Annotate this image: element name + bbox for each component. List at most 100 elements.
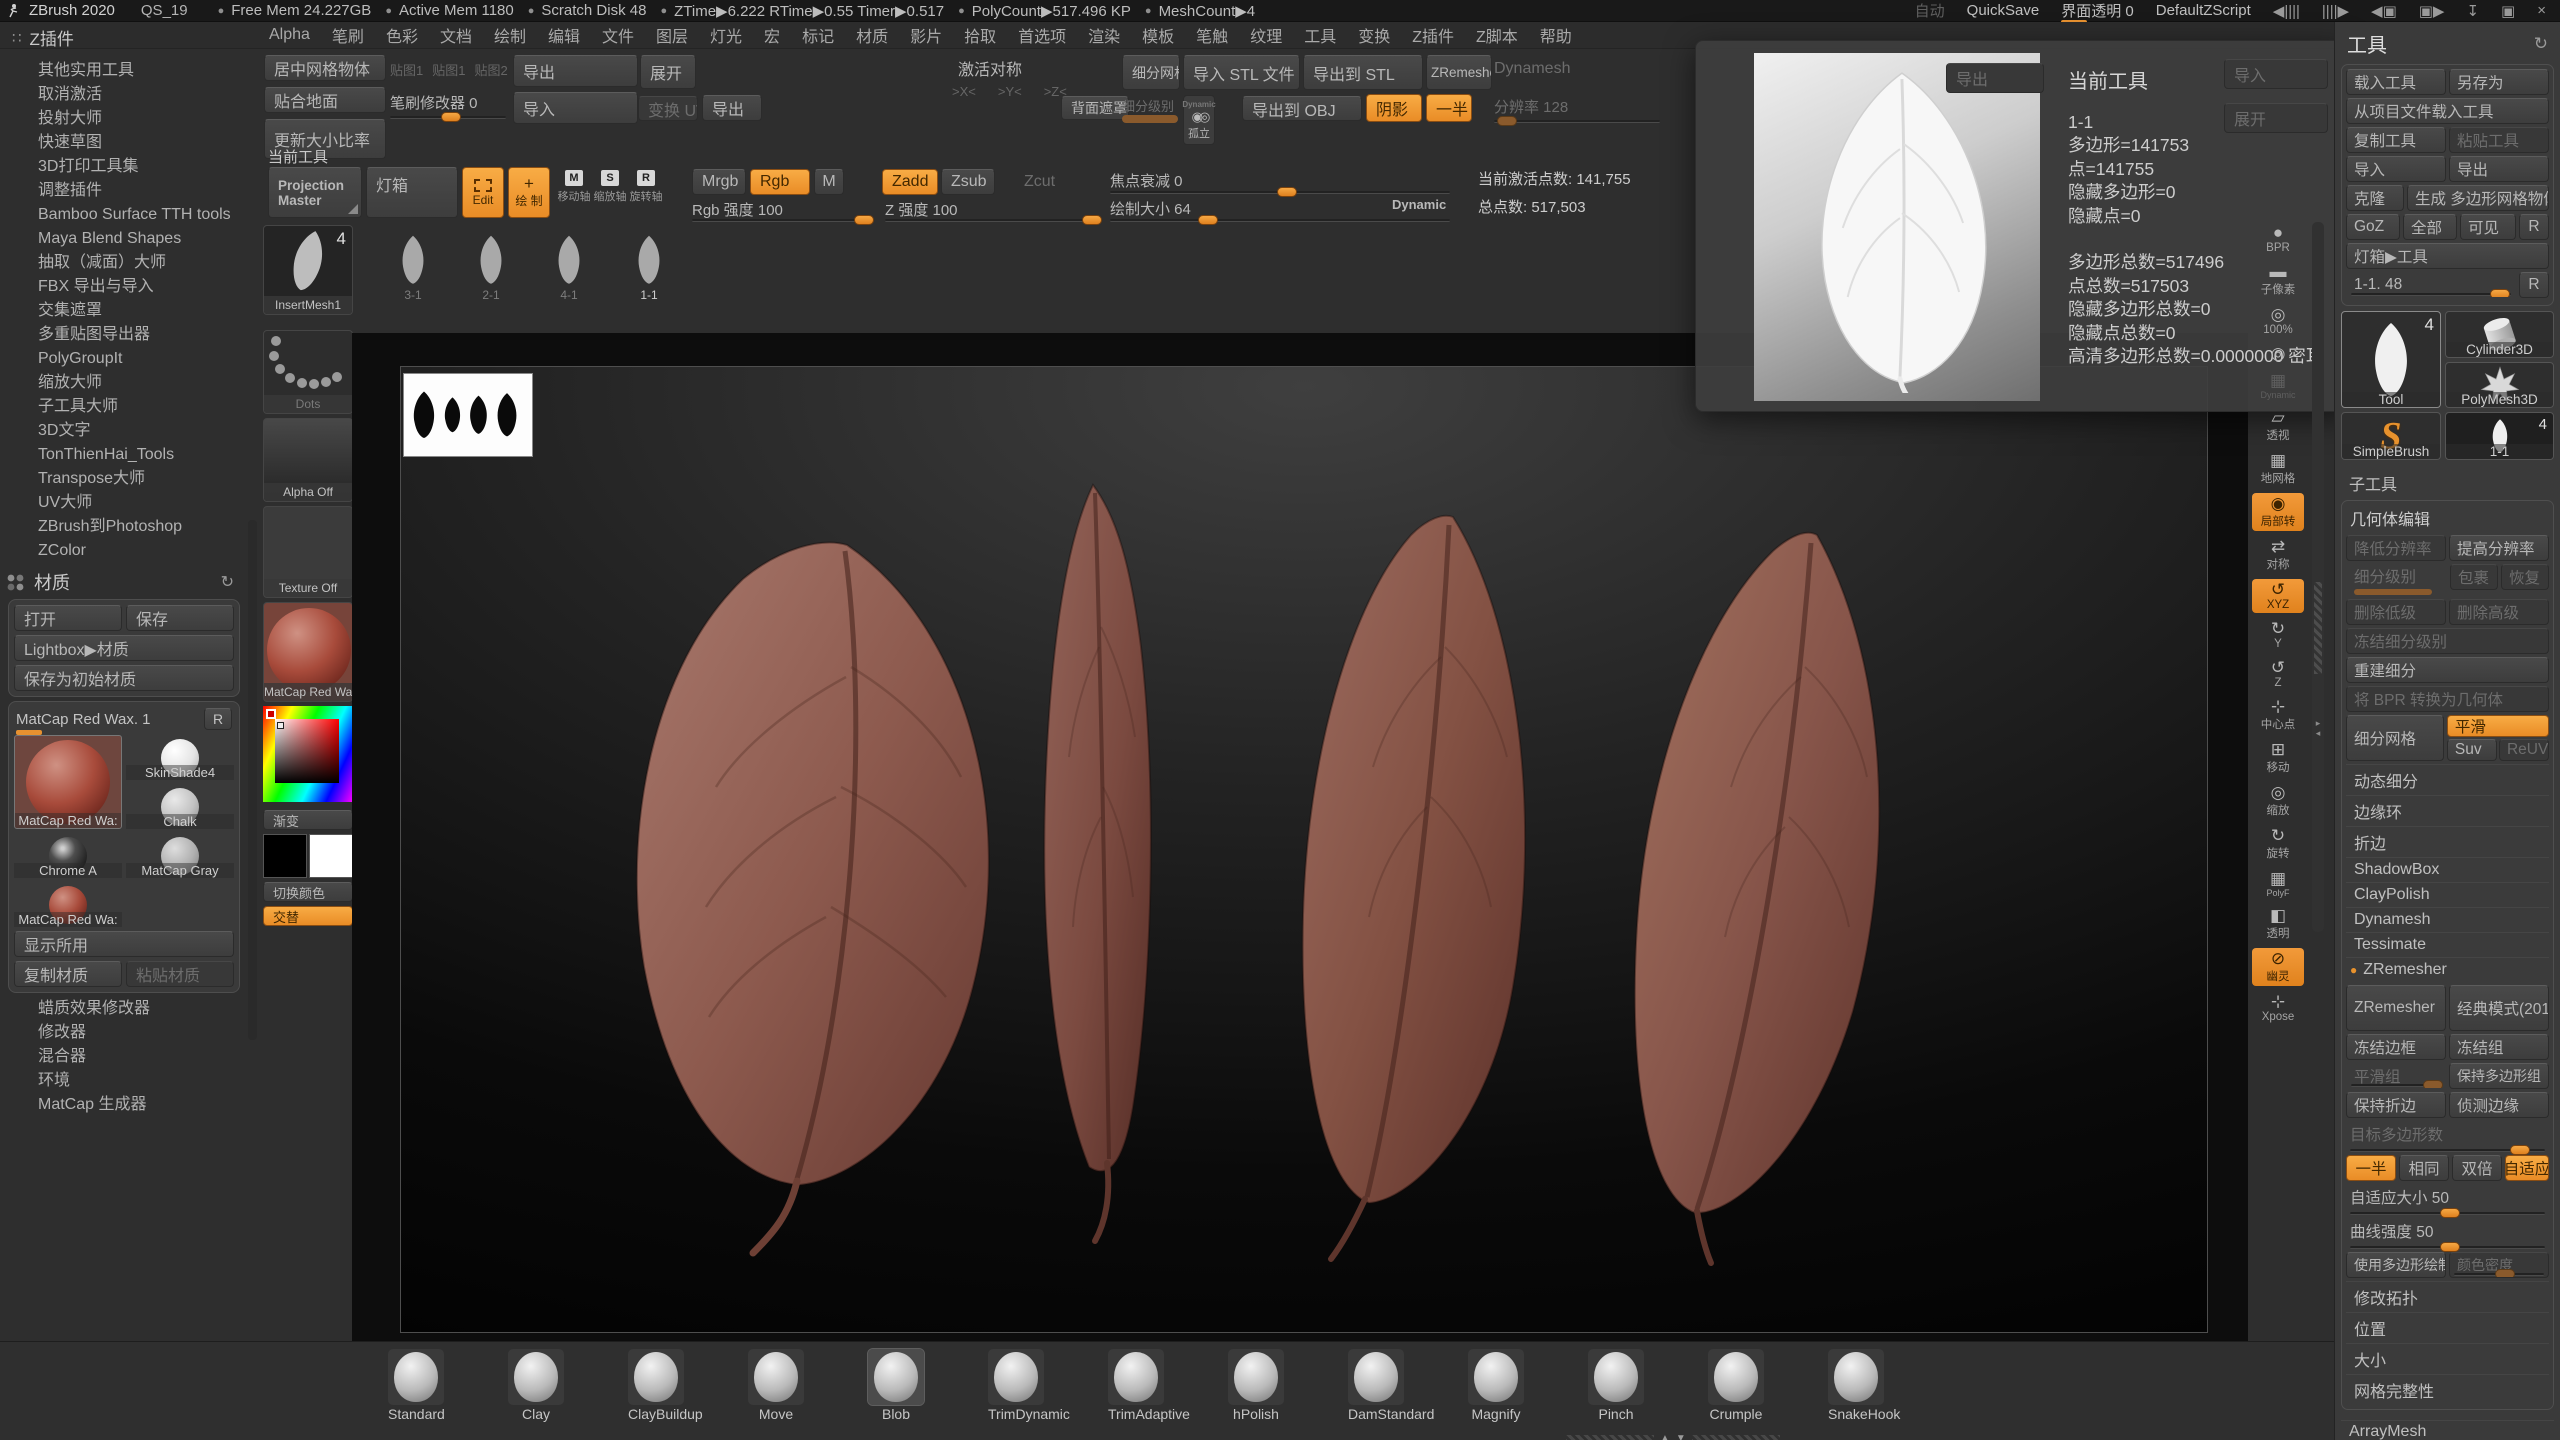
legacy-mode-button[interactable]: 经典模式(2018) — [2449, 985, 2549, 1031]
zplugin-section[interactable]: 快速草图 — [0, 131, 248, 155]
canvas-control-button[interactable]: ⊘ 幽灵 — [2252, 948, 2304, 986]
geometry-subsection[interactable]: ShadowBox — [2346, 857, 2549, 882]
suv-toggle[interactable]: Suv — [2446, 739, 2497, 761]
resolution-slider[interactable] — [1494, 116, 1660, 126]
menu-item[interactable]: 材质 — [845, 21, 899, 49]
zcut-button[interactable]: Zcut — [1014, 169, 1058, 195]
zscript-button[interactable]: DefaultZScript — [2156, 2, 2251, 19]
restore-button[interactable]: 恢复 — [2501, 564, 2549, 590]
m-button[interactable]: M — [814, 169, 844, 195]
canvas-control-button[interactable]: ◎ 100% — [2252, 304, 2304, 338]
brush-thumb[interactable]: Move — [748, 1349, 804, 1422]
menu-item[interactable]: 色彩 — [375, 21, 429, 49]
zadd-button[interactable]: Zadd — [882, 169, 938, 195]
brush-modifier-slider[interactable] — [390, 112, 506, 122]
brush-thumb[interactable]: SnakeHook — [1828, 1349, 1900, 1422]
alpha-tile[interactable]: Alpha Off — [263, 418, 353, 502]
active-tool-thumb[interactable]: 4 Tool — [2341, 311, 2441, 408]
load-from-project-button[interactable]: 从项目文件载入工具 — [2346, 98, 2549, 124]
snap-floor-button[interactable]: 贴合地面 — [264, 87, 386, 113]
menu-item[interactable]: 模板 — [1131, 21, 1185, 49]
color-density-slider[interactable]: 颜色密度 — [2449, 1252, 2549, 1278]
geometry-subsection[interactable]: 折边 — [2346, 826, 2549, 857]
cylinder3d-thumb[interactable]: Cylinder3D — [2445, 311, 2554, 358]
canvas-control-button[interactable]: ↺ XYZ — [2252, 579, 2304, 613]
dock-left-icon[interactable]: ◀|||| — [2273, 2, 2300, 20]
map-slot[interactable]: 贴图1 — [432, 60, 465, 79]
menu-item[interactable]: 编辑 — [537, 21, 591, 49]
canvas-control-button[interactable]: ▦ 地网格 — [2252, 450, 2304, 488]
geometry-subsection[interactable]: 修改拓扑 — [2346, 1281, 2549, 1312]
texture-tile[interactable]: Texture Off — [263, 506, 353, 598]
axis-toggle[interactable]: >X< — [952, 84, 976, 99]
adaptive-button[interactable]: 自适应 — [2505, 1155, 2549, 1181]
sidebar-scrollbar[interactable] — [248, 520, 257, 1040]
close-icon[interactable]: × — [2537, 2, 2546, 19]
dynamic-draw-size-toggle[interactable]: Dynamic — [1392, 197, 1446, 212]
tool-variant-thumb[interactable]: 3-1 — [387, 228, 439, 302]
map-slot[interactable]: 贴图1 — [390, 60, 423, 79]
canvas-control-button[interactable]: ⊞ 移动 — [2252, 739, 2304, 777]
zplugin-section[interactable]: FBX 导出与导入 — [0, 275, 248, 299]
zplugin-section[interactable]: 抽取（减面）大师 — [0, 251, 248, 275]
save-startup-material-button[interactable]: 保存为初始材质 — [14, 665, 234, 691]
menu-item[interactable]: Z脚本 — [1465, 21, 1529, 49]
zplugin-section[interactable]: ZColor — [0, 539, 248, 563]
menu-item[interactable]: 标记 — [791, 21, 845, 49]
rgb-button[interactable]: Rgb — [750, 169, 810, 195]
paste-tool-button[interactable]: 粘贴工具 — [2449, 127, 2549, 153]
zplugin-section[interactable]: 投射大师 — [0, 107, 248, 131]
material-r-button[interactable]: R — [204, 708, 232, 730]
brush-thumb[interactable]: Clay — [508, 1349, 564, 1422]
keep-groups-button[interactable]: 保持多边形组 — [2449, 1063, 2549, 1089]
canvas-control-button[interactable]: ▦ PolyF — [2252, 868, 2304, 900]
export-stl-button[interactable]: 导出到 STL — [1303, 55, 1423, 90]
menu-item[interactable]: 文件 — [591, 21, 645, 49]
zplugin-section[interactable]: 交集遮罩 — [0, 299, 248, 323]
zplugin-section[interactable]: UV大师 — [0, 491, 248, 515]
zplugin-section[interactable]: 多重贴图导出器 — [0, 323, 248, 347]
canvas-control-button[interactable]: ● BPR — [2252, 222, 2304, 256]
zplugin-section[interactable]: 3D文字 — [0, 419, 248, 443]
zsub-button[interactable]: Zsub — [941, 169, 995, 195]
smt-toggle[interactable]: 平滑 — [2446, 715, 2549, 737]
brush-thumb[interactable]: Magnify — [1468, 1349, 1524, 1422]
tool-variant-thumb[interactable]: 4-1 — [543, 228, 595, 302]
interface-transparency-slider[interactable]: 界面透明 0 — [2061, 0, 2134, 25]
goz-all-button[interactable]: 全部 — [2403, 214, 2457, 240]
goz-visible-button[interactable]: 可见 — [2460, 214, 2516, 240]
zplugin-section[interactable]: 缩放大师 — [0, 371, 248, 395]
material-section[interactable]: 修改器 — [0, 1021, 248, 1045]
insert-mesh-tile[interactable]: 4 InsertMesh1 — [263, 225, 353, 315]
material-section[interactable]: 蜡质效果修改器 — [0, 997, 248, 1021]
freeze-border-button[interactable]: 冻结边框 — [2346, 1034, 2446, 1060]
scale-axis-button[interactable]: S 缩放轴 — [594, 170, 627, 218]
color-picker[interactable] — [263, 706, 353, 802]
material-section[interactable]: MatCap 生成器 — [0, 1093, 248, 1117]
refresh-icon[interactable]: ↻ — [221, 572, 234, 592]
zplugin-section[interactable]: 子工具大师 — [0, 395, 248, 419]
selected-material-thumb[interactable]: MatCap Red Wa: — [14, 735, 122, 829]
canvas-control-button[interactable]: ▱ 透视 — [2252, 407, 2304, 445]
material-thumb[interactable]: MatCap Red Wa: — [14, 882, 122, 927]
leaf-1-1-thumb[interactable]: 4 1-1 — [2445, 412, 2554, 460]
popup-export-button[interactable]: 导出 — [1946, 63, 2044, 93]
import-button[interactable]: 导入 — [513, 92, 638, 124]
wrap-button[interactable]: 包裹 — [2450, 564, 2498, 590]
geometry-title[interactable]: 几何体编辑 — [2346, 505, 2549, 535]
refresh-icon[interactable]: ↻ — [2534, 34, 2548, 54]
mrgb-button[interactable]: Mrgb — [692, 169, 746, 195]
zplugin-section[interactable]: 其他实用工具 — [0, 59, 248, 83]
move-axis-button[interactable]: M 移动轴 — [558, 170, 591, 218]
import-tool-button[interactable]: 导入 — [2346, 156, 2446, 182]
zremesher-shelf-button[interactable]: ZRemesher — [1426, 55, 1492, 90]
scroll-up-icon[interactable]: ▲ — [1660, 1433, 1670, 1440]
brush-thumb[interactable]: Crumple — [1708, 1349, 1764, 1422]
backface-mask-button[interactable]: 背面遮罩 — [1061, 96, 1129, 120]
goz-r-button[interactable]: R — [2519, 214, 2549, 240]
restore-icon[interactable]: ▣ — [2501, 2, 2515, 20]
menu-item[interactable]: 首选项 — [1007, 21, 1077, 49]
polymesh3d-thumb[interactable]: PolyMesh3D — [2445, 362, 2554, 408]
geometry-subsection[interactable]: ClayPolish — [2346, 882, 2549, 907]
freeze-groups-button[interactable]: 冻结组 — [2449, 1034, 2549, 1060]
